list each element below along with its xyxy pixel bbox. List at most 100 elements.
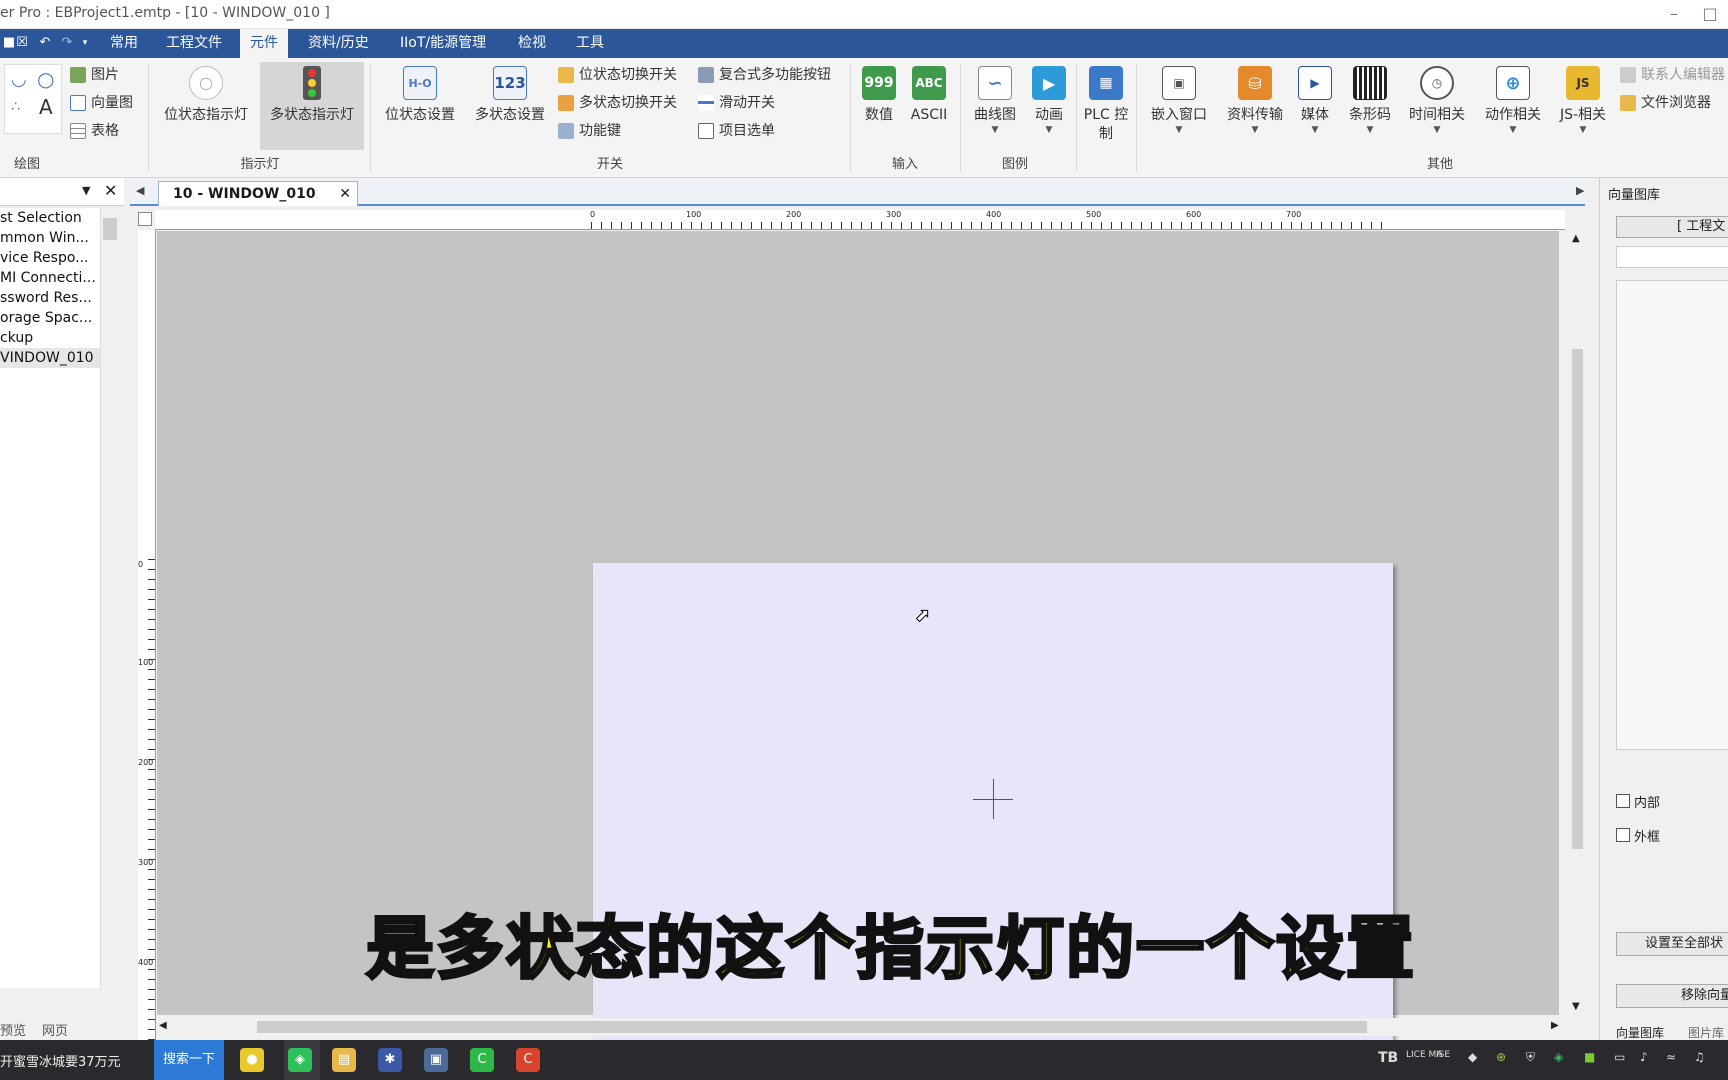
- multi-state-set-button[interactable]: 123 多状态设置: [468, 62, 552, 150]
- tray-app-icon[interactable]: TB: [1378, 1050, 1398, 1066]
- scrollbar-thumb[interactable]: [257, 1021, 1367, 1033]
- bit-indicator-button[interactable]: ◯ 位状态指示灯: [158, 62, 254, 150]
- camtasia-green-icon[interactable]: C: [470, 1048, 494, 1072]
- set-all-states-button[interactable]: 设置至全部状: [1616, 932, 1728, 956]
- bit-set-button[interactable]: H-O 位状态设置: [378, 62, 462, 150]
- panel-dropdown-icon[interactable]: ▼: [82, 184, 90, 197]
- project-file-button[interactable]: [ 工程文: [1616, 216, 1728, 238]
- volume-icon[interactable]: ♫: [1694, 1050, 1705, 1064]
- bit-toggle-switch-button[interactable]: 位状态切换开关: [558, 64, 677, 86]
- tab-web[interactable]: 网页: [42, 1020, 68, 1039]
- table-button[interactable]: 表格: [70, 120, 119, 142]
- menu-view[interactable]: 检视: [508, 29, 556, 58]
- checkbox-inner[interactable]: [1616, 794, 1630, 808]
- menu-tools[interactable]: 工具: [566, 29, 614, 58]
- list-item[interactable]: VINDOW_010: [0, 348, 100, 368]
- vector-preview-area[interactable]: [1616, 280, 1728, 750]
- remove-vector-button[interactable]: 移除向量: [1616, 984, 1728, 1008]
- scrollbar-thumb[interactable]: [1572, 349, 1583, 849]
- library-select[interactable]: [1616, 246, 1728, 268]
- search-button[interactable]: 搜索一下: [154, 1040, 224, 1080]
- minimize-button[interactable]: –: [1658, 3, 1690, 25]
- text-icon[interactable]: A: [39, 95, 53, 119]
- scatter-icon[interactable]: ∴: [11, 99, 20, 115]
- media-button[interactable]: ▶ 媒体 ▼: [1294, 62, 1336, 150]
- menu-project-file[interactable]: 工程文件: [156, 29, 232, 58]
- dropdown-arrow-icon[interactable]: ▼: [1024, 125, 1074, 135]
- list-item[interactable]: vice Respo...: [0, 248, 100, 268]
- ascii-button[interactable]: ABC ASCII: [906, 62, 952, 150]
- embedded-window-button[interactable]: ▣ 嵌入窗口 ▼: [1146, 62, 1212, 150]
- file-explorer-icon[interactable]: ▤: [332, 1048, 356, 1072]
- close-project-icon[interactable]: ☒: [13, 34, 31, 52]
- dropdown-arrow-icon[interactable]: ▼: [970, 125, 1020, 135]
- wechat-icon[interactable]: ◈: [288, 1048, 312, 1072]
- scroll-up-icon[interactable]: ▲: [1572, 233, 1580, 244]
- vertical-scrollbar[interactable]: ▲ ▼: [1570, 231, 1585, 1015]
- app-icon[interactable]: ✱: [378, 1048, 402, 1072]
- redo-icon[interactable]: ↷: [58, 34, 76, 52]
- dropdown-arrow-icon[interactable]: ▼: [1480, 125, 1546, 135]
- picture-button[interactable]: 图片: [70, 64, 119, 86]
- microphone-icon[interactable]: ♪: [1640, 1050, 1648, 1064]
- ise-icon[interactable]: ISE: [1436, 1050, 1450, 1060]
- menu-iiot-energy[interactable]: IIoT/能源管理: [390, 29, 496, 58]
- battery-icon[interactable]: ▭: [1614, 1050, 1625, 1064]
- menu-common[interactable]: 常用: [100, 29, 148, 58]
- close-icon[interactable]: ✕: [104, 181, 117, 200]
- undo-icon[interactable]: ↶: [36, 34, 54, 52]
- dropdown-arrow-icon[interactable]: ▼: [1146, 125, 1212, 135]
- item-list-button[interactable]: 项目选单: [698, 120, 775, 142]
- checkbox-frame[interactable]: [1616, 828, 1630, 842]
- scroll-right-icon[interactable]: ▶: [1551, 1020, 1559, 1031]
- news-ticker[interactable]: 开蜜雪冰城要37万元: [0, 1051, 121, 1070]
- shape-gallery[interactable]: ◡ ○ ∴ A: [4, 64, 62, 134]
- tab-window-010[interactable]: 10 - WINDOW_010 ✕: [158, 181, 358, 206]
- diamond-icon[interactable]: ◆: [1468, 1050, 1477, 1064]
- wifi-icon[interactable]: ≈: [1666, 1050, 1676, 1064]
- dropdown-arrow-icon[interactable]: ▼: [1552, 125, 1614, 135]
- data-transfer-button[interactable]: ⛁ 资料传输 ▼: [1222, 62, 1288, 150]
- combo-button[interactable]: 复合式多功能按钮: [698, 64, 831, 86]
- menu-data-history[interactable]: 资料/历史: [298, 29, 379, 58]
- vector-image-button[interactable]: 向量图: [70, 92, 133, 114]
- wechat-tray-icon[interactable]: ◈: [1554, 1050, 1563, 1064]
- tab-scroll-right-icon[interactable]: ▶: [1576, 184, 1584, 197]
- function-key-button[interactable]: 功能键: [558, 120, 621, 142]
- scrollbar-thumb[interactable]: [103, 218, 117, 240]
- list-item[interactable]: mmon Win...: [0, 228, 100, 248]
- list-item[interactable]: ckup: [0, 328, 100, 348]
- animation-button[interactable]: ▶ 动画 ▼: [1024, 62, 1074, 150]
- shield-icon[interactable]: ⛨: [1526, 1050, 1535, 1065]
- list-item[interactable]: st Selection: [0, 208, 100, 228]
- dropdown-arrow-icon[interactable]: ▼: [1404, 125, 1470, 135]
- tab-picture-library[interactable]: 图片库: [1688, 1024, 1724, 1041]
- trend-chart-button[interactable]: ∽ 曲线图 ▼: [970, 62, 1020, 150]
- ruler-corner[interactable]: [138, 212, 152, 226]
- dropdown-arrow-icon[interactable]: ▼: [1344, 125, 1396, 135]
- time-related-button[interactable]: ◷ 时间相关 ▼: [1404, 62, 1470, 150]
- list-item[interactable]: orage Spac...: [0, 308, 100, 328]
- slide-switch-button[interactable]: 滑动开关: [698, 92, 775, 114]
- close-tab-icon[interactable]: ✕: [339, 182, 351, 206]
- plus-icon[interactable]: ⊕: [1496, 1050, 1506, 1064]
- numeric-button[interactable]: 999 数值: [856, 62, 902, 150]
- arc-icon[interactable]: ◡: [11, 69, 27, 90]
- quick-access-dropdown-icon[interactable]: ▾: [76, 34, 94, 52]
- scroll-down-icon[interactable]: ▼: [1572, 1001, 1580, 1012]
- scrollbar[interactable]: [100, 208, 118, 990]
- scroll-left-icon[interactable]: ◀: [159, 1020, 167, 1031]
- maximize-button[interactable]: □: [1694, 3, 1726, 25]
- tab-preview[interactable]: 预览: [0, 1020, 26, 1039]
- menu-components[interactable]: 元件: [240, 29, 288, 58]
- tab-scroll-left-icon[interactable]: ◀: [136, 184, 144, 197]
- easybuilder-icon[interactable]: ▣: [424, 1048, 448, 1072]
- browser-icon[interactable]: ●: [240, 1048, 264, 1072]
- barcode-button[interactable]: 条形码 ▼: [1344, 62, 1396, 150]
- circle-icon[interactable]: ○: [37, 67, 54, 91]
- tab-vector-library[interactable]: 向量图库: [1616, 1024, 1664, 1041]
- nvidia-icon[interactable]: ■: [1584, 1050, 1595, 1064]
- dropdown-arrow-icon[interactable]: ▼: [1294, 125, 1336, 135]
- list-item[interactable]: MI Connecti...: [0, 268, 100, 288]
- js-related-button[interactable]: JS JS-相关 ▼: [1552, 62, 1614, 150]
